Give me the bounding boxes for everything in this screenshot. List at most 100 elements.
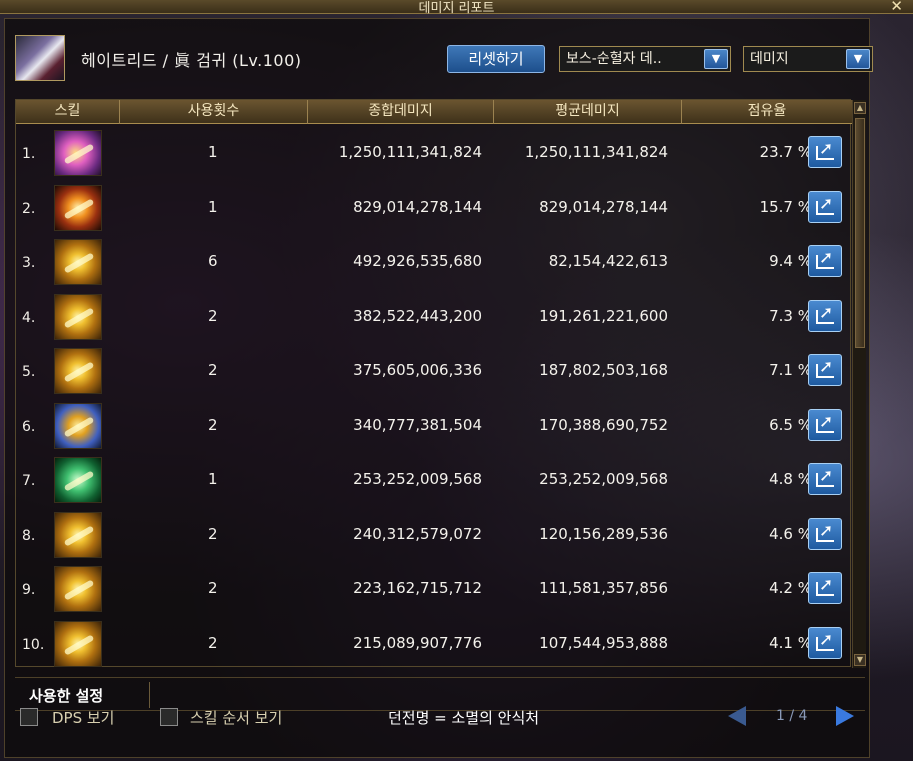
avg-damage-cell: 82,154,422,613 bbox=[548, 252, 668, 270]
boss-filter-value: 보스-순혈자 데.. bbox=[566, 51, 662, 67]
rank: 3. bbox=[22, 255, 36, 271]
mode-select[interactable]: 데미지 ▼ bbox=[743, 46, 873, 72]
total-damage-cell: 829,014,278,144 bbox=[353, 197, 482, 216]
share-icon[interactable] bbox=[808, 354, 842, 386]
avg-damage-cell: 120,156,289,536 bbox=[539, 524, 668, 543]
share-icon[interactable] bbox=[808, 408, 842, 441]
uses-cell: 2 bbox=[208, 306, 218, 325]
avg-damage-cell: 170,388,690,752 bbox=[539, 415, 668, 434]
close-icon[interactable]: ✕ bbox=[890, 0, 903, 15]
column-header-share[interactable]: 점유율 bbox=[682, 100, 852, 124]
share-icon[interactable] bbox=[808, 299, 842, 332]
table-row: 9. 2 223,162,715,712 111,581,357,856 4.2… bbox=[16, 562, 852, 617]
table-row: 1. 1 1,250,111,341,824 1,250,111,341,824… bbox=[16, 126, 852, 181]
share-cell: 9.4 % bbox=[769, 252, 812, 270]
character-avatar bbox=[15, 35, 65, 81]
avg-damage-cell: 111,581,357,856 bbox=[539, 579, 668, 597]
skill-icon bbox=[54, 620, 102, 667]
skill-order-checkbox[interactable] bbox=[160, 708, 178, 726]
next-page-icon[interactable] bbox=[836, 706, 854, 726]
rank: 8. bbox=[22, 527, 36, 544]
avg-damage-cell: 253,252,009,568 bbox=[539, 470, 668, 488]
share-icon[interactable] bbox=[808, 626, 842, 659]
table-row: 5. 2 375,605,006,336 187,802,503,168 7.1… bbox=[16, 344, 852, 399]
rank: 5. bbox=[22, 364, 36, 380]
chevron-down-icon[interactable]: ▼ bbox=[704, 49, 728, 69]
total-damage-cell: 492,926,535,680 bbox=[353, 252, 482, 270]
uses-cell: 1 bbox=[208, 470, 218, 488]
skill-icon bbox=[54, 239, 102, 285]
scroll-down-icon[interactable]: ▼ bbox=[854, 654, 866, 666]
page-indicator: 1 / 4 bbox=[776, 708, 808, 724]
avg-damage-cell: 829,014,278,144 bbox=[539, 197, 668, 216]
skill-order-checkbox-label: 스킬 순서 보기 bbox=[190, 709, 283, 727]
skill-icon bbox=[54, 130, 102, 176]
column-header-avg-damage[interactable]: 평균데미지 bbox=[494, 100, 682, 124]
rank: 9. bbox=[22, 582, 36, 598]
table-row: 6. 2 340,777,381,504 170,388,690,752 6.5… bbox=[16, 399, 852, 454]
table-row: 8. 2 240,312,579,072 120,156,289,536 4.6… bbox=[16, 508, 852, 563]
damage-report-window: 헤이트리드 / 眞 검귀 (Lv.100) 리셋하기 보스-순혈자 데.. ▼ … bbox=[4, 18, 873, 758]
total-damage-cell: 382,522,443,200 bbox=[353, 306, 482, 325]
table-scrollbar[interactable]: ▲ ▼ bbox=[852, 100, 866, 668]
share-icon[interactable] bbox=[808, 245, 842, 277]
total-damage-cell: 215,089,907,776 bbox=[353, 633, 482, 652]
share-icon[interactable] bbox=[808, 463, 842, 495]
skill-icon bbox=[54, 566, 102, 612]
share-cell: 6.5 % bbox=[769, 415, 812, 434]
skill-icon bbox=[54, 184, 102, 231]
share-cell: 4.8 % bbox=[769, 470, 812, 488]
boss-filter-select[interactable]: 보스-순혈자 데.. ▼ bbox=[559, 46, 731, 72]
rank: 10. bbox=[22, 636, 45, 653]
skill-icon bbox=[54, 402, 102, 449]
avg-damage-cell: 187,802,503,168 bbox=[539, 361, 668, 379]
skill-icon bbox=[54, 293, 102, 340]
avg-damage-cell: 107,544,953,888 bbox=[539, 633, 668, 652]
share-cell: 15.7 % bbox=[759, 197, 812, 216]
table-row: 7. 1 253,252,009,568 253,252,009,568 4.8… bbox=[16, 453, 852, 508]
header: 헤이트리드 / 眞 검귀 (Lv.100) 리셋하기 보스-순혈자 데.. ▼ … bbox=[15, 35, 873, 83]
reset-button[interactable]: 리셋하기 bbox=[447, 45, 545, 73]
share-icon[interactable] bbox=[808, 517, 842, 550]
share-cell: 4.1 % bbox=[769, 633, 812, 652]
rank: 6. bbox=[22, 418, 36, 435]
avg-damage-cell: 1,250,111,341,824 bbox=[524, 143, 668, 161]
dps-checkbox-label: DPS 보기 bbox=[52, 709, 115, 727]
footer: DPS 보기 스킬 순서 보기 던전명 = 소멸의 안식처 1 / 4 bbox=[0, 700, 913, 750]
total-damage-cell: 340,777,381,504 bbox=[353, 415, 482, 434]
character-name: 헤이트리드 / 眞 검귀 (Lv.100) bbox=[81, 51, 302, 70]
share-cell: 7.3 % bbox=[769, 306, 812, 325]
share-icon[interactable] bbox=[808, 136, 842, 168]
chevron-down-icon[interactable]: ▼ bbox=[846, 49, 870, 69]
uses-cell: 1 bbox=[208, 143, 218, 161]
rank: 2. bbox=[22, 200, 36, 217]
prev-page-icon[interactable] bbox=[728, 706, 746, 726]
column-header-skill[interactable]: 스킬 bbox=[16, 100, 120, 124]
share-cell: 23.7 % bbox=[759, 143, 812, 161]
skill-icon bbox=[54, 511, 102, 558]
dps-checkbox[interactable] bbox=[20, 708, 38, 726]
share-cell: 4.6 % bbox=[769, 524, 812, 543]
uses-cell: 2 bbox=[208, 361, 218, 379]
scroll-thumb[interactable] bbox=[855, 118, 865, 348]
uses-cell: 2 bbox=[208, 633, 218, 652]
skill-icon bbox=[54, 348, 102, 394]
share-cell: 7.1 % bbox=[769, 361, 812, 379]
uses-cell: 1 bbox=[208, 197, 218, 216]
uses-cell: 2 bbox=[208, 415, 218, 434]
table-body: 1. 1 1,250,111,341,824 1,250,111,341,824… bbox=[16, 126, 852, 671]
column-header-total-damage[interactable]: 종합데미지 bbox=[308, 100, 494, 124]
rank: 1. bbox=[22, 146, 36, 162]
share-icon[interactable] bbox=[808, 572, 842, 604]
total-damage-cell: 375,605,006,336 bbox=[353, 361, 482, 379]
skill-damage-table: 스킬 사용횟수 종합데미지 평균데미지 점유율 1. 1 1,250,111,3… bbox=[15, 99, 866, 668]
share-icon[interactable] bbox=[808, 190, 842, 223]
avg-damage-cell: 191,261,221,600 bbox=[539, 306, 668, 325]
scroll-up-icon[interactable]: ▲ bbox=[854, 102, 866, 114]
uses-cell: 6 bbox=[208, 252, 218, 270]
window-title: 데미지 리포트 bbox=[418, 1, 495, 16]
total-damage-cell: 1,250,111,341,824 bbox=[338, 143, 482, 161]
total-damage-cell: 223,162,715,712 bbox=[353, 579, 482, 597]
column-header-uses[interactable]: 사용횟수 bbox=[120, 100, 308, 124]
dungeon-name: 던전명 = 소멸의 안식처 bbox=[388, 709, 540, 727]
